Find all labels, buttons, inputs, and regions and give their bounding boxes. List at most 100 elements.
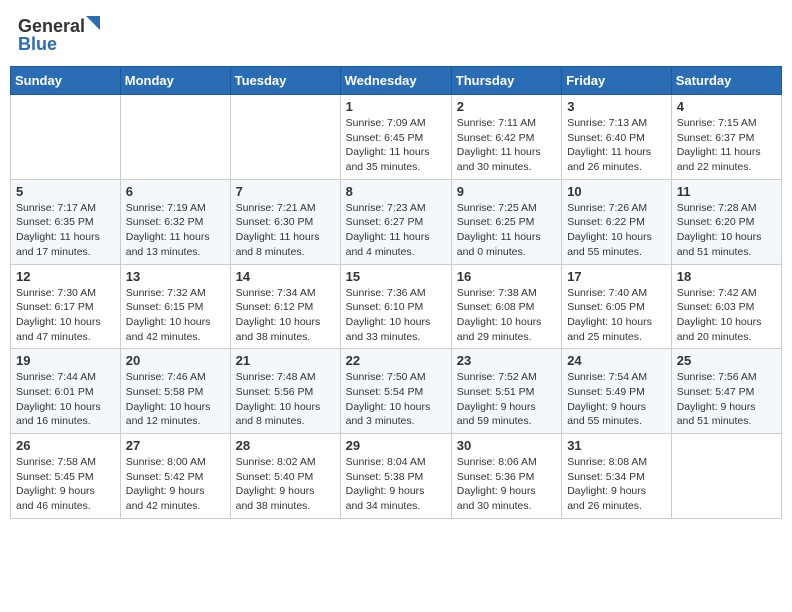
calendar-cell: 8 Sunrise: 7:23 AM Sunset: 6:27 PM Daylig… — [340, 179, 451, 264]
day-info: Sunrise: 8:00 AM Sunset: 5:42 PM Dayligh… — [126, 455, 225, 514]
day-info: Sunrise: 7:52 AM Sunset: 5:51 PM Dayligh… — [457, 370, 556, 429]
day-info: Sunrise: 7:42 AM Sunset: 6:03 PM Dayligh… — [677, 286, 776, 345]
calendar-cell: 1 Sunrise: 7:09 AM Sunset: 6:45 PM Daylig… — [340, 95, 451, 180]
day-number: 4 — [677, 99, 776, 114]
calendar-cell: 27 Sunrise: 8:00 AM Sunset: 5:42 PM Dayli… — [120, 434, 230, 519]
day-number: 31 — [567, 438, 666, 453]
day-info: Sunrise: 7:11 AM Sunset: 6:42 PM Dayligh… — [457, 116, 556, 175]
day-info: Sunrise: 7:17 AM Sunset: 6:35 PM Dayligh… — [16, 201, 115, 260]
calendar-week-row: 19Sunrise: 7:44 AM Sunset: 6:01 PM Dayli… — [11, 349, 782, 434]
day-info: Sunrise: 7:23 AM Sunset: 6:27 PM Dayligh… — [346, 201, 446, 260]
calendar-cell: 4 Sunrise: 7:15 AM Sunset: 6:37 PM Daylig… — [671, 95, 781, 180]
calendar-cell: 7 Sunrise: 7:21 AM Sunset: 6:30 PM Daylig… — [230, 179, 340, 264]
weekday-header: Thursday — [451, 67, 561, 95]
day-info: Sunrise: 7:15 AM Sunset: 6:37 PM Dayligh… — [677, 116, 776, 175]
calendar-cell: 20 Sunrise: 7:46 AM Sunset: 5:58 PM Dayli… — [120, 349, 230, 434]
logo-svg: GeneralBlue — [18, 14, 108, 54]
day-number: 13 — [126, 269, 225, 284]
day-info: Sunrise: 7:28 AM Sunset: 6:20 PM Dayligh… — [677, 201, 776, 260]
day-number: 9 — [457, 184, 556, 199]
calendar-week-row: 5 Sunrise: 7:17 AM Sunset: 6:35 PM Daylig… — [11, 179, 782, 264]
calendar-cell: 2 Sunrise: 7:11 AM Sunset: 6:42 PM Daylig… — [451, 95, 561, 180]
day-info: Sunrise: 8:04 AM Sunset: 5:38 PM Dayligh… — [346, 455, 446, 514]
day-info: Sunrise: 8:06 AM Sunset: 5:36 PM Dayligh… — [457, 455, 556, 514]
weekday-header: Friday — [562, 67, 672, 95]
day-number: 6 — [126, 184, 225, 199]
day-info: Sunrise: 7:50 AM Sunset: 5:54 PM Dayligh… — [346, 370, 446, 429]
day-number: 29 — [346, 438, 446, 453]
day-number: 25 — [677, 353, 776, 368]
day-info: Sunrise: 7:40 AM Sunset: 6:05 PM Dayligh… — [567, 286, 666, 345]
day-number: 28 — [236, 438, 335, 453]
day-number: 17 — [567, 269, 666, 284]
day-number: 23 — [457, 353, 556, 368]
weekday-header: Tuesday — [230, 67, 340, 95]
calendar-cell — [230, 95, 340, 180]
day-number: 3 — [567, 99, 666, 114]
calendar-cell: 29 Sunrise: 8:04 AM Sunset: 5:38 PM Dayli… — [340, 434, 451, 519]
day-info: Sunrise: 7:32 AM Sunset: 6:15 PM Dayligh… — [126, 286, 225, 345]
calendar-week-row: 1 Sunrise: 7:09 AM Sunset: 6:45 PM Daylig… — [11, 95, 782, 180]
day-number: 7 — [236, 184, 335, 199]
day-number: 1 — [346, 99, 446, 114]
calendar-cell: 6 Sunrise: 7:19 AM Sunset: 6:32 PM Daylig… — [120, 179, 230, 264]
calendar-week-row: 12Sunrise: 7:30 AM Sunset: 6:17 PM Dayli… — [11, 264, 782, 349]
calendar-week-row: 26 Sunrise: 7:58 AM Sunset: 5:45 PM Dayli… — [11, 434, 782, 519]
day-info: Sunrise: 7:34 AM Sunset: 6:12 PM Dayligh… — [236, 286, 335, 345]
calendar-cell: 17 Sunrise: 7:40 AM Sunset: 6:05 PM Dayli… — [562, 264, 672, 349]
day-info: Sunrise: 8:02 AM Sunset: 5:40 PM Dayligh… — [236, 455, 335, 514]
day-number: 5 — [16, 184, 115, 199]
logo: GeneralBlue — [18, 14, 108, 54]
day-number: 27 — [126, 438, 225, 453]
calendar-cell: 25 Sunrise: 7:56 AM Sunset: 5:47 PM Dayli… — [671, 349, 781, 434]
day-number: 20 — [126, 353, 225, 368]
calendar-cell: 23 Sunrise: 7:52 AM Sunset: 5:51 PM Dayli… — [451, 349, 561, 434]
calendar-cell — [671, 434, 781, 519]
day-number: 16 — [457, 269, 556, 284]
svg-text:General: General — [18, 16, 85, 36]
day-info: Sunrise: 7:58 AM Sunset: 5:45 PM Dayligh… — [16, 455, 115, 514]
calendar-cell: 12Sunrise: 7:30 AM Sunset: 6:17 PM Dayli… — [11, 264, 121, 349]
day-info: Sunrise: 7:38 AM Sunset: 6:08 PM Dayligh… — [457, 286, 556, 345]
day-number: 24 — [567, 353, 666, 368]
day-number: 12 — [16, 269, 115, 284]
calendar-cell: 31 Sunrise: 8:08 AM Sunset: 5:34 PM Dayli… — [562, 434, 672, 519]
day-info: Sunrise: 7:09 AM Sunset: 6:45 PM Dayligh… — [346, 116, 446, 175]
day-number: 10 — [567, 184, 666, 199]
day-number: 15 — [346, 269, 446, 284]
day-info: Sunrise: 7:48 AM Sunset: 5:56 PM Dayligh… — [236, 370, 335, 429]
calendar-cell: 13 Sunrise: 7:32 AM Sunset: 6:15 PM Dayli… — [120, 264, 230, 349]
day-info: Sunrise: 7:26 AM Sunset: 6:22 PM Dayligh… — [567, 201, 666, 260]
day-info: Sunrise: 7:54 AM Sunset: 5:49 PM Dayligh… — [567, 370, 666, 429]
svg-text:Blue: Blue — [18, 34, 57, 54]
calendar-cell: 9 Sunrise: 7:25 AM Sunset: 6:25 PM Daylig… — [451, 179, 561, 264]
calendar-cell: 21 Sunrise: 7:48 AM Sunset: 5:56 PM Dayli… — [230, 349, 340, 434]
day-info: Sunrise: 7:21 AM Sunset: 6:30 PM Dayligh… — [236, 201, 335, 260]
day-number: 2 — [457, 99, 556, 114]
calendar-cell: 28 Sunrise: 8:02 AM Sunset: 5:40 PM Dayli… — [230, 434, 340, 519]
day-number: 8 — [346, 184, 446, 199]
day-info: Sunrise: 7:13 AM Sunset: 6:40 PM Dayligh… — [567, 116, 666, 175]
page-header: GeneralBlue — [10, 10, 782, 58]
calendar-cell: 3 Sunrise: 7:13 AM Sunset: 6:40 PM Daylig… — [562, 95, 672, 180]
calendar-cell: 16 Sunrise: 7:38 AM Sunset: 6:08 PM Dayli… — [451, 264, 561, 349]
calendar-cell: 14 Sunrise: 7:34 AM Sunset: 6:12 PM Dayli… — [230, 264, 340, 349]
day-info: Sunrise: 7:46 AM Sunset: 5:58 PM Dayligh… — [126, 370, 225, 429]
day-number: 11 — [677, 184, 776, 199]
weekday-header: Wednesday — [340, 67, 451, 95]
calendar-cell: 30Sunrise: 8:06 AM Sunset: 5:36 PM Dayli… — [451, 434, 561, 519]
day-info: Sunrise: 7:19 AM Sunset: 6:32 PM Dayligh… — [126, 201, 225, 260]
day-number: 21 — [236, 353, 335, 368]
day-info: Sunrise: 7:36 AM Sunset: 6:10 PM Dayligh… — [346, 286, 446, 345]
calendar-cell: 22Sunrise: 7:50 AM Sunset: 5:54 PM Dayli… — [340, 349, 451, 434]
calendar-cell: 11 Sunrise: 7:28 AM Sunset: 6:20 PM Dayli… — [671, 179, 781, 264]
day-number: 14 — [236, 269, 335, 284]
day-number: 26 — [16, 438, 115, 453]
calendar-cell: 26 Sunrise: 7:58 AM Sunset: 5:45 PM Dayli… — [11, 434, 121, 519]
day-info: Sunrise: 8:08 AM Sunset: 5:34 PM Dayligh… — [567, 455, 666, 514]
weekday-header: Sunday — [11, 67, 121, 95]
day-info: Sunrise: 7:25 AM Sunset: 6:25 PM Dayligh… — [457, 201, 556, 260]
weekday-header-row: SundayMondayTuesdayWednesdayThursdayFrid… — [11, 67, 782, 95]
calendar-cell — [120, 95, 230, 180]
day-info: Sunrise: 7:56 AM Sunset: 5:47 PM Dayligh… — [677, 370, 776, 429]
